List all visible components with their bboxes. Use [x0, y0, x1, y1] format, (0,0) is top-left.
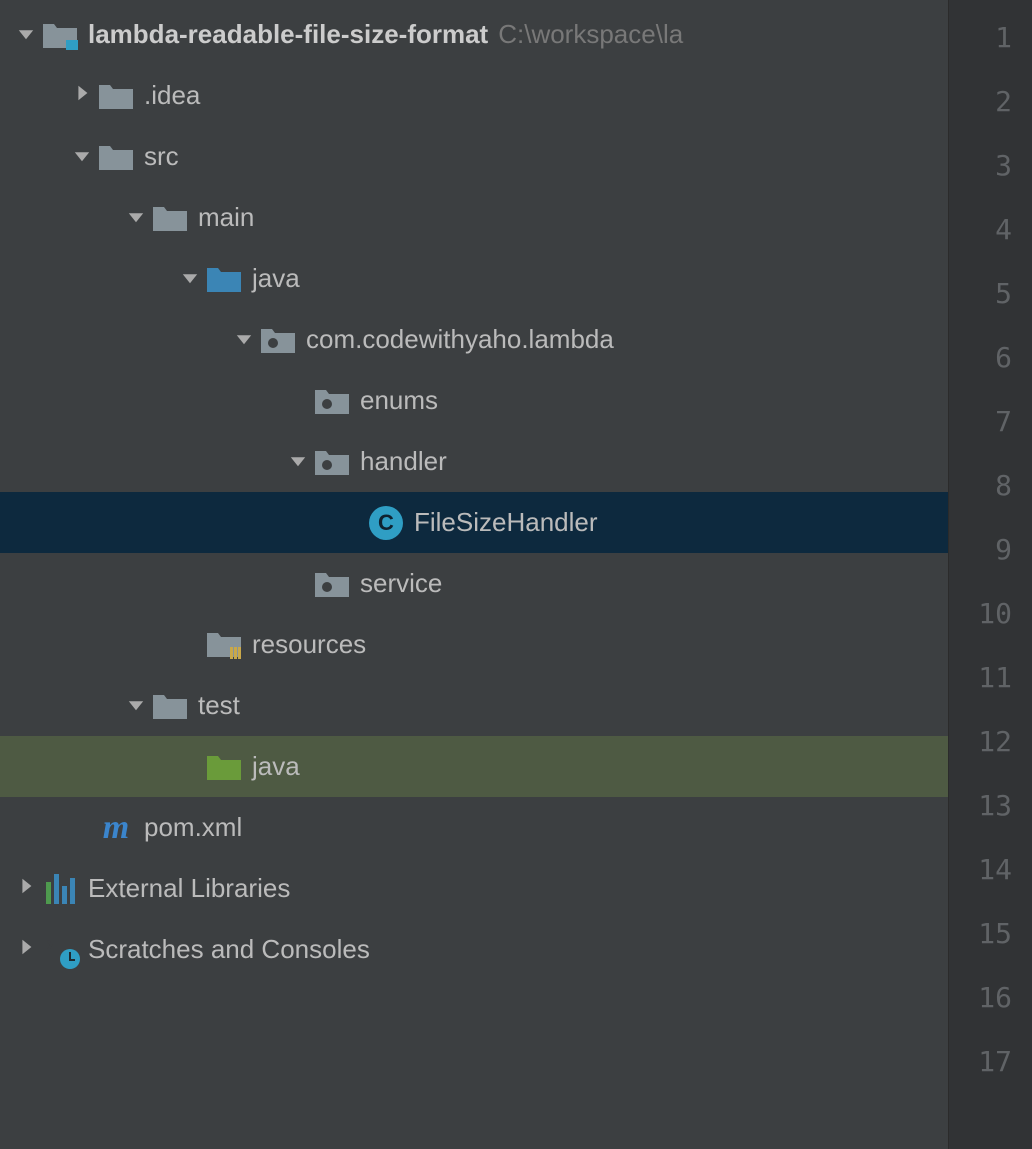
line-number[interactable]: 17 — [949, 1030, 1032, 1094]
idea-label: .idea — [144, 80, 200, 111]
scratches-icon — [42, 932, 78, 968]
project-tree-panel[interactable]: lambda-readable-file-size-format C:\work… — [0, 0, 948, 1149]
scratches-label: Scratches and Consoles — [88, 934, 370, 965]
chevron-right-icon[interactable] — [10, 877, 42, 901]
line-number[interactable]: 7 — [949, 390, 1032, 454]
package-icon — [314, 444, 350, 480]
line-number[interactable]: 6 — [949, 326, 1032, 390]
tree-node-handler[interactable]: handler — [0, 431, 948, 492]
project-root-path: C:\workspace\la — [498, 19, 683, 50]
folder-icon — [152, 688, 188, 724]
resources-label: resources — [252, 629, 366, 660]
folder-icon — [98, 78, 134, 114]
line-number[interactable]: 13 — [949, 774, 1032, 838]
line-number[interactable]: 8 — [949, 454, 1032, 518]
chevron-right-icon[interactable] — [66, 84, 98, 108]
file-size-handler-label: FileSizeHandler — [414, 507, 598, 538]
handler-label: handler — [360, 446, 447, 477]
line-number[interactable]: 16 — [949, 966, 1032, 1030]
tree-node-enums[interactable]: enums — [0, 370, 948, 431]
folder-icon — [98, 139, 134, 175]
tree-node-project-root[interactable]: lambda-readable-file-size-format C:\work… — [0, 4, 948, 65]
tree-node-service[interactable]: service — [0, 553, 948, 614]
chevron-down-icon[interactable] — [282, 450, 314, 474]
source-root-folder-icon — [206, 261, 242, 297]
folder-icon — [152, 200, 188, 236]
maven-icon: m — [98, 810, 134, 846]
chevron-down-icon[interactable] — [120, 694, 152, 718]
line-number[interactable]: 12 — [949, 710, 1032, 774]
module-folder-icon — [42, 17, 78, 53]
chevron-down-icon[interactable] — [120, 206, 152, 230]
tree-node-pom[interactable]: m pom.xml — [0, 797, 948, 858]
tree-node-resources[interactable]: resources — [0, 614, 948, 675]
tree-node-file-size-handler[interactable]: C FileSizeHandler — [0, 492, 948, 553]
tree-node-main[interactable]: main — [0, 187, 948, 248]
tree-node-external-libraries[interactable]: External Libraries — [0, 858, 948, 919]
tree-node-package-root[interactable]: com.codewithyaho.lambda — [0, 309, 948, 370]
editor-gutter[interactable]: 1 2 3 4 5 6 7 8 9 10 11 12 13 14 15 16 1… — [948, 0, 1032, 1149]
line-number[interactable]: 2 — [949, 70, 1032, 134]
pom-label: pom.xml — [144, 812, 242, 843]
tree-node-scratches[interactable]: Scratches and Consoles — [0, 919, 948, 980]
tree-node-java-test[interactable]: java — [0, 736, 948, 797]
chevron-right-icon[interactable] — [10, 938, 42, 962]
package-icon — [260, 322, 296, 358]
java-test-label: java — [252, 751, 300, 782]
line-number[interactable]: 10 — [949, 582, 1032, 646]
package-root-label: com.codewithyaho.lambda — [306, 324, 614, 355]
line-number[interactable]: 15 — [949, 902, 1032, 966]
src-label: src — [144, 141, 179, 172]
line-number[interactable]: 1 — [949, 6, 1032, 70]
project-root-label: lambda-readable-file-size-format — [88, 19, 488, 50]
tree-node-java-main[interactable]: java — [0, 248, 948, 309]
java-main-label: java — [252, 263, 300, 294]
line-number[interactable]: 3 — [949, 134, 1032, 198]
resources-folder-icon — [206, 627, 242, 663]
tree-node-src[interactable]: src — [0, 126, 948, 187]
chevron-down-icon[interactable] — [228, 328, 260, 352]
line-number[interactable]: 14 — [949, 838, 1032, 902]
chevron-down-icon[interactable] — [10, 23, 42, 47]
chevron-down-icon[interactable] — [174, 267, 206, 291]
main-label: main — [198, 202, 254, 233]
line-number[interactable]: 11 — [949, 646, 1032, 710]
tree-node-idea[interactable]: .idea — [0, 65, 948, 126]
external-libraries-label: External Libraries — [88, 873, 290, 904]
java-class-icon: C — [368, 505, 404, 541]
line-number[interactable]: 9 — [949, 518, 1032, 582]
test-label: test — [198, 690, 240, 721]
package-icon — [314, 383, 350, 419]
test-source-root-folder-icon — [206, 749, 242, 785]
line-number[interactable]: 4 — [949, 198, 1032, 262]
chevron-down-icon[interactable] — [66, 145, 98, 169]
line-number[interactable]: 5 — [949, 262, 1032, 326]
tree-node-test[interactable]: test — [0, 675, 948, 736]
package-icon — [314, 566, 350, 602]
service-label: service — [360, 568, 442, 599]
enums-label: enums — [360, 385, 438, 416]
external-libraries-icon — [42, 871, 78, 907]
